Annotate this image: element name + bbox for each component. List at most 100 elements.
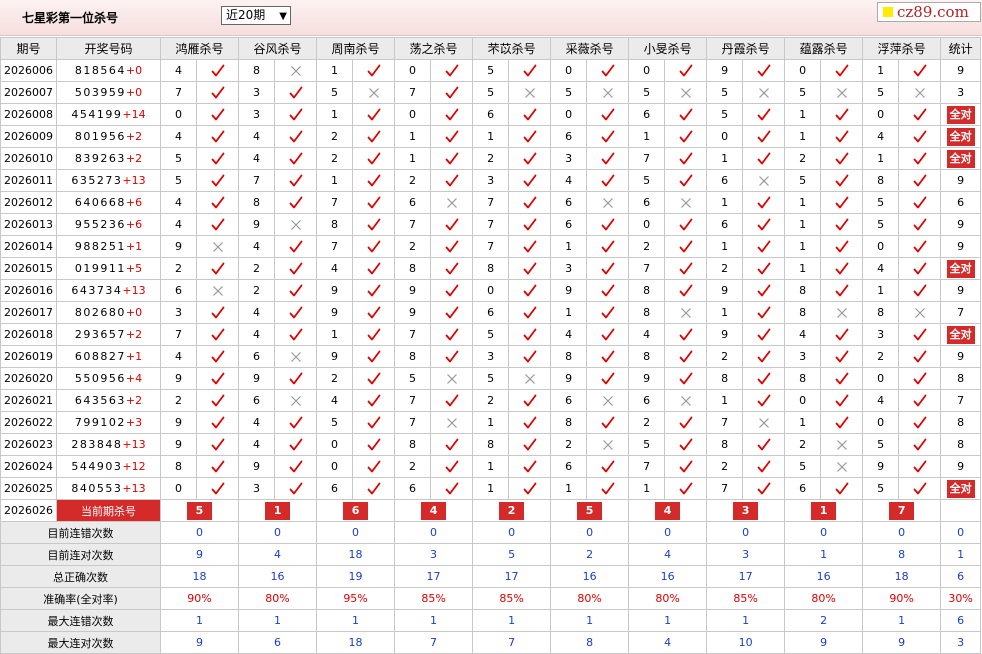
result-mark [586,455,630,478]
kill-number: 2 [706,455,744,478]
result-mark [274,169,318,192]
kill-number: 0 [394,59,432,82]
cross-icon [601,394,615,408]
result-mark [274,411,318,434]
stat-cell: 8 [940,411,982,434]
kill-number: 4 [862,125,900,148]
kill-number: 0 [316,433,354,456]
kill-number: 8 [862,301,900,324]
kill-number: 6 [706,213,744,236]
result-mark [742,301,786,324]
summary-value: 19 [316,565,396,588]
summary-value: 18 [862,565,942,588]
result-mark [820,147,864,170]
check-icon [367,394,381,408]
summary-value: 7 [394,631,474,654]
check-icon [601,64,615,78]
check-icon [913,152,927,166]
check-icon [757,482,771,496]
summary-value: 1 [238,609,318,632]
kill-number: 5 [628,81,666,104]
all-correct-badge: 全对 [946,149,975,168]
check-icon [913,328,927,342]
cross-icon [289,394,303,408]
draw-sum-plus: +0 [125,64,143,77]
kill-number: 8 [394,345,432,368]
kill-number: 1 [784,103,822,126]
check-icon [913,416,927,430]
kill-number: 1 [706,389,744,412]
summary-value: 0 [159,521,240,544]
kill-number: 2 [784,433,822,456]
kill-number: 1 [472,455,510,478]
check-icon [679,218,693,232]
result-mark [586,235,630,258]
kill-number: 5 [472,81,510,104]
summary-value: 1 [862,609,942,632]
result-mark [195,191,240,214]
draw-code-cell: 643563+2 [56,389,161,412]
result-mark [898,433,942,456]
period-cell: 2026025 [0,477,57,500]
check-icon [211,394,225,408]
check-icon [523,306,537,320]
kill-number: 0 [160,103,197,126]
result-mark [274,279,318,302]
check-icon [913,350,927,364]
result-mark [508,279,552,302]
kill-number: 7 [472,235,510,258]
kill-number: 4 [238,301,276,324]
stat-cell: 8 [940,367,982,390]
result-mark [352,147,396,170]
result-mark [274,345,318,368]
result-mark [274,103,318,126]
kill-number: 4 [238,125,276,148]
check-icon [523,284,537,298]
check-icon [757,350,771,364]
check-icon [523,482,537,496]
result-mark [508,433,552,456]
result-mark [508,59,552,82]
check-icon [913,482,927,496]
kill-number: 1 [394,147,432,170]
result-mark [274,433,318,456]
site-logo[interactable]: cz89.com [877,2,981,22]
kill-number: 9 [160,433,197,456]
current-kill-number: 5 [577,501,603,520]
result-mark [430,235,474,258]
kill-number: 9 [316,301,354,324]
check-icon [367,482,381,496]
check-icon [679,328,693,342]
check-icon [913,372,927,386]
result-mark [586,169,630,192]
kill-number: 2 [472,147,510,170]
kill-number: 8 [316,213,354,236]
check-icon [289,306,303,320]
kill-number: 0 [862,103,900,126]
draw-sum-plus: +5 [125,262,143,275]
summary-value: 9 [159,543,240,566]
result-mark [508,103,552,126]
check-icon [289,108,303,122]
kill-number: 3 [550,257,588,280]
period-cell: 2026016 [0,279,57,302]
range-select[interactable]: 近20期 ▼ [221,6,291,25]
current-kill-cell: 4 [628,499,708,522]
summary-value: 9 [159,631,240,654]
result-mark [664,169,708,192]
kill-number: 5 [628,169,666,192]
summary-value: 8 [550,631,630,654]
draw-sum-plus: +6 [125,218,143,231]
result-mark [352,213,396,236]
check-icon [757,108,771,122]
result-mark [820,235,864,258]
check-icon [289,262,303,276]
kill-number: 9 [160,235,197,258]
current-kill-number: 2 [499,501,525,520]
summary-value: 0 [550,521,630,544]
kill-number: 7 [394,389,432,412]
kill-number: 2 [316,125,354,148]
kill-number: 5 [472,323,510,346]
check-icon [367,328,381,342]
kill-number: 8 [784,301,822,324]
